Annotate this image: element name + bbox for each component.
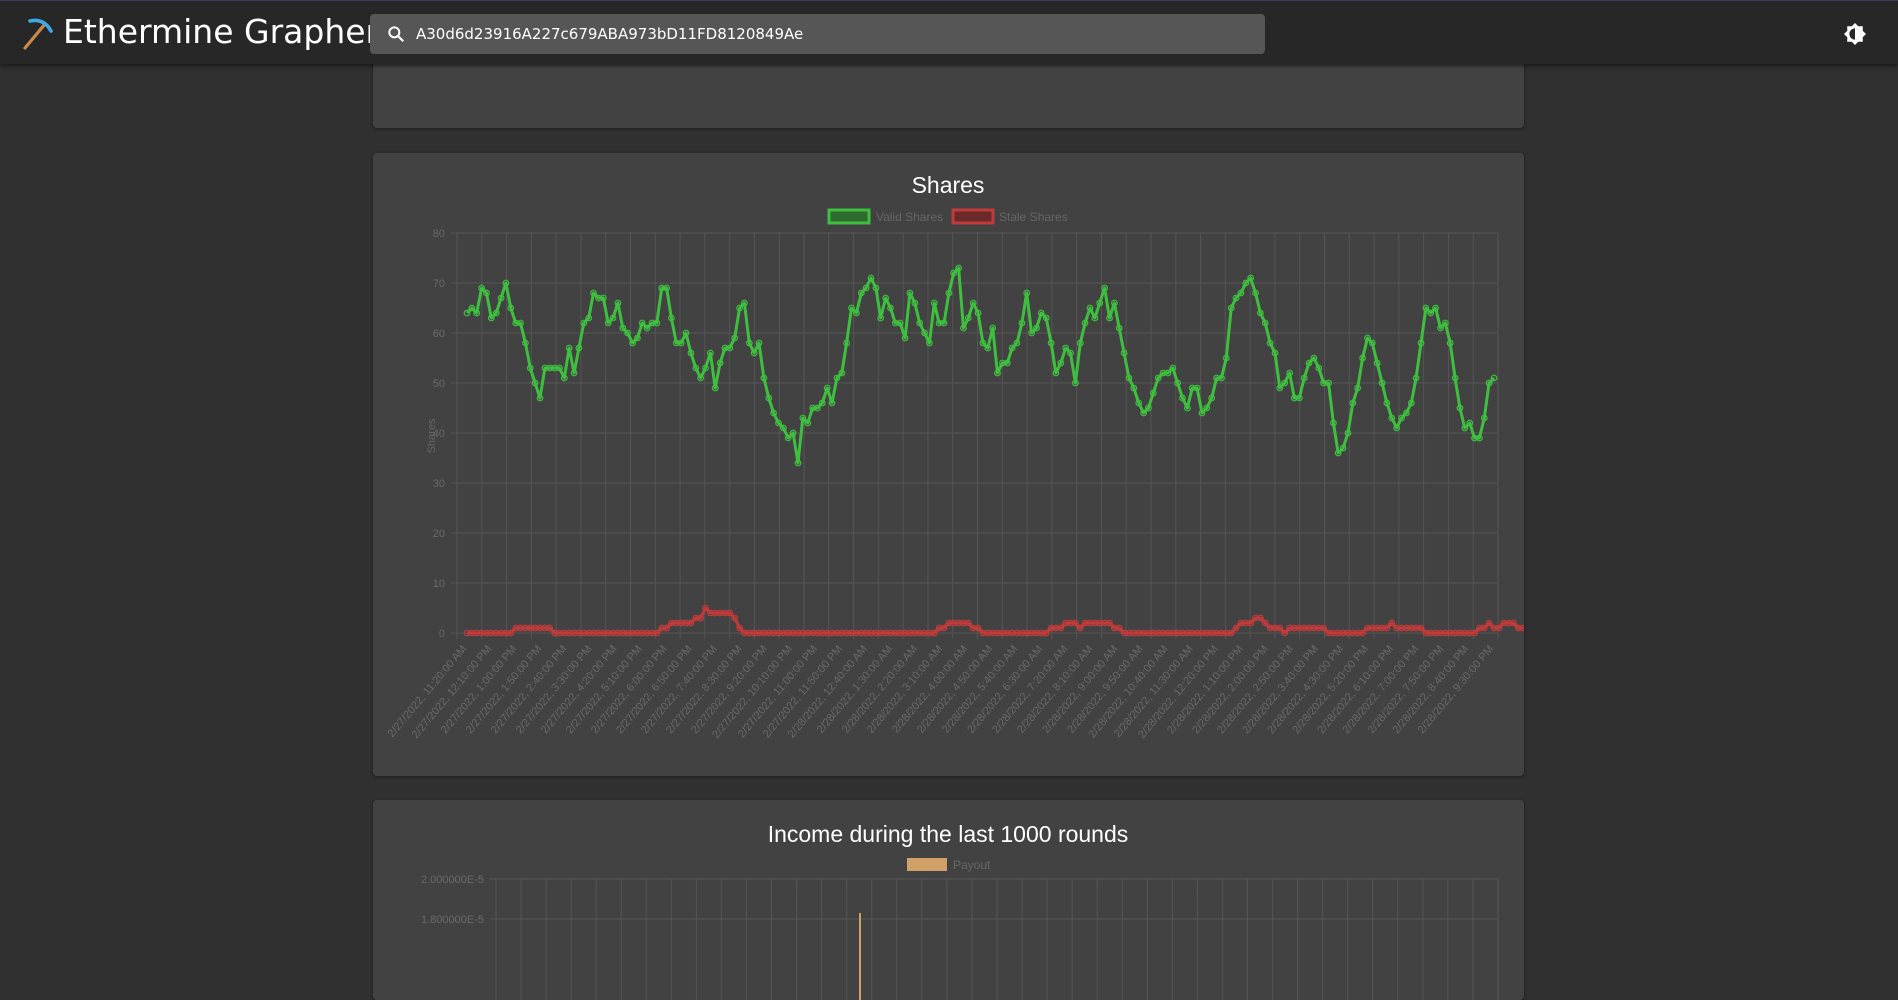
shares-chart-card: Shares Valid Shares Stale Shares Shares … <box>373 153 1524 776</box>
address-search[interactable] <box>370 14 1265 54</box>
y-tick-label: 40 <box>433 428 445 440</box>
payout-bar[interactable] <box>859 913 861 1000</box>
y-tick-label: 70 <box>433 278 445 290</box>
y-tick-label: 1.800000E-5 <box>421 914 484 926</box>
series-line-valid <box>465 266 1496 465</box>
legend-swatch-valid[interactable] <box>827 208 871 225</box>
y-tick-label: 0 <box>439 628 445 640</box>
chart-title: Shares <box>912 172 985 198</box>
legend-label-valid[interactable]: Valid Shares <box>876 210 943 224</box>
legend-swatch-stale[interactable] <box>951 208 995 225</box>
income-chart: Income during the last 1000 rounds Payou… <box>421 821 1499 1000</box>
chart-title: Income during the last 1000 rounds <box>768 821 1129 847</box>
legend-swatch-payout[interactable] <box>907 858 947 871</box>
brightness-icon[interactable] <box>1843 22 1867 46</box>
y-tick-label: 2.000000E-5 <box>421 874 484 886</box>
search-icon <box>388 26 404 42</box>
legend-label-stale[interactable]: Stale Shares <box>999 210 1068 224</box>
y-tick-label: 50 <box>433 378 445 390</box>
legend-label-payout[interactable]: Payout <box>953 858 991 872</box>
y-tick-label: 60 <box>433 328 445 340</box>
y-tick-label: 30 <box>433 478 445 490</box>
y-tick-label: 10 <box>433 578 445 590</box>
income-chart-card: Income during the last 1000 rounds Payou… <box>373 800 1524 1000</box>
y-tick-label: 80 <box>433 228 445 240</box>
search-input[interactable] <box>416 14 1246 54</box>
app-bar: Ethermine Grapher <box>0 0 1898 64</box>
y-tick-label: 20 <box>433 528 445 540</box>
shares-chart: Shares Valid Shares Stale Shares Shares … <box>386 172 1524 741</box>
pickaxe-icon <box>23 18 53 50</box>
app-title: Ethermine Grapher <box>63 12 380 51</box>
